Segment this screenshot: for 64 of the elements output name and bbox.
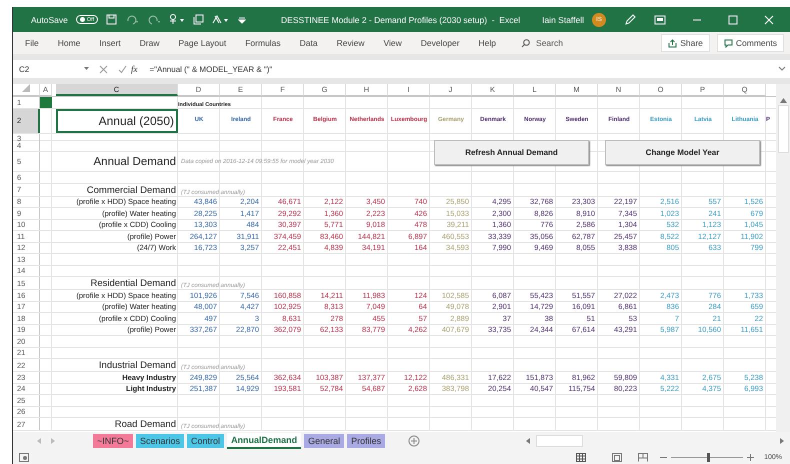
normal-view-icon[interactable] — [576, 452, 586, 462]
section-heading: Industrial Demand — [98, 359, 177, 371]
search-icon — [521, 38, 530, 48]
scroll-left-icon[interactable] — [524, 437, 532, 445]
share-button[interactable]: Share — [661, 34, 710, 52]
ribbon-tab[interactable]: Page Layout — [178, 35, 226, 51]
zoom-in-icon[interactable] — [747, 454, 754, 460]
shape-icon[interactable] — [193, 14, 204, 25]
redo-icon[interactable] — [147, 14, 162, 24]
ribbon-tab[interactable]: Draw — [140, 35, 160, 51]
scroll-right-icon[interactable] — [778, 437, 786, 445]
sheet-tab[interactable]: Profiles — [347, 434, 386, 448]
corner-triangle-icon — [22, 84, 30, 92]
page-layout-icon[interactable] — [612, 452, 622, 462]
macro-button[interactable]: Change Model Year — [605, 140, 760, 165]
ribbon-tab[interactable]: File — [25, 35, 39, 51]
ribbon-tab[interactable]: View — [384, 35, 402, 51]
save-icon[interactable] — [106, 14, 118, 25]
section-heading: Residential Demand — [89, 277, 177, 289]
macro-record-icon[interactable] — [19, 452, 29, 462]
page-break-icon[interactable] — [638, 452, 648, 462]
sheet-tab[interactable]: Control — [187, 434, 224, 448]
close-icon[interactable] — [764, 14, 774, 24]
macro-button[interactable]: Refresh Annual Demand — [434, 140, 589, 165]
search-field[interactable]: Search — [515, 37, 569, 49]
ribbon-tab[interactable]: Home — [58, 35, 80, 51]
add-sheet-icon[interactable] — [408, 435, 420, 447]
ribbon-tab[interactable]: Review — [336, 35, 365, 51]
customize-icon[interactable] — [238, 16, 246, 24]
comments-button[interactable]: Comments — [716, 34, 784, 52]
ribbon-tab[interactable]: Formulas — [245, 35, 281, 51]
vertical-scrollbar[interactable] — [776, 84, 790, 432]
undo-icon[interactable] — [125, 14, 140, 24]
name-box[interactable]: C2 — [13, 64, 89, 74]
sheet-tab[interactable]: AnnualDemand — [227, 433, 302, 449]
cancel-icon[interactable] — [99, 64, 108, 74]
enter-icon[interactable] — [118, 64, 127, 74]
ribbon-display-icon[interactable] — [654, 14, 666, 24]
user-name[interactable]: Iain Staffell — [542, 14, 584, 24]
formula-field[interactable]: ="Annual (" & MODEL_YEAR & ")" — [150, 64, 778, 74]
comment-icon — [724, 38, 733, 48]
sheet-heading: Annual Demand — [92, 154, 177, 170]
sheet-tab[interactable]: ~INFO~ — [93, 434, 134, 448]
ribbon-tab[interactable]: Insert — [99, 35, 121, 51]
zoom-slider-thumb[interactable] — [707, 452, 710, 462]
ribbon-tab[interactable]: Developer — [420, 35, 460, 51]
autosave-label: AutoSave — [31, 14, 68, 24]
share-icon — [668, 38, 678, 48]
section-heading: Road Demand — [114, 418, 177, 430]
selected-cell[interactable]: Annual (2050) — [56, 108, 178, 132]
scrollbar-thumb[interactable] — [778, 105, 788, 153]
horizontal-scrollbar[interactable] — [524, 435, 786, 447]
maximize-icon[interactable] — [728, 14, 738, 24]
pen-icon[interactable] — [624, 14, 636, 26]
insert-function-button[interactable]: fx — [131, 64, 138, 74]
sheet-tab[interactable]: Scenarios — [136, 434, 184, 448]
ribbon-tab[interactable]: Data — [300, 35, 318, 51]
window-title: DESSTINEE Module 2 - Demand Profiles (2030 setup) - Excel — [281, 14, 520, 24]
section-heading: Commercial Demand — [86, 184, 177, 196]
scrollbar-thumb[interactable] — [536, 435, 583, 447]
expand-icon[interactable] — [778, 66, 786, 72]
scroll-up-icon[interactable] — [780, 98, 786, 103]
ribbon-tab[interactable]: Help — [478, 35, 496, 51]
sheet-tab[interactable]: General — [304, 434, 344, 448]
